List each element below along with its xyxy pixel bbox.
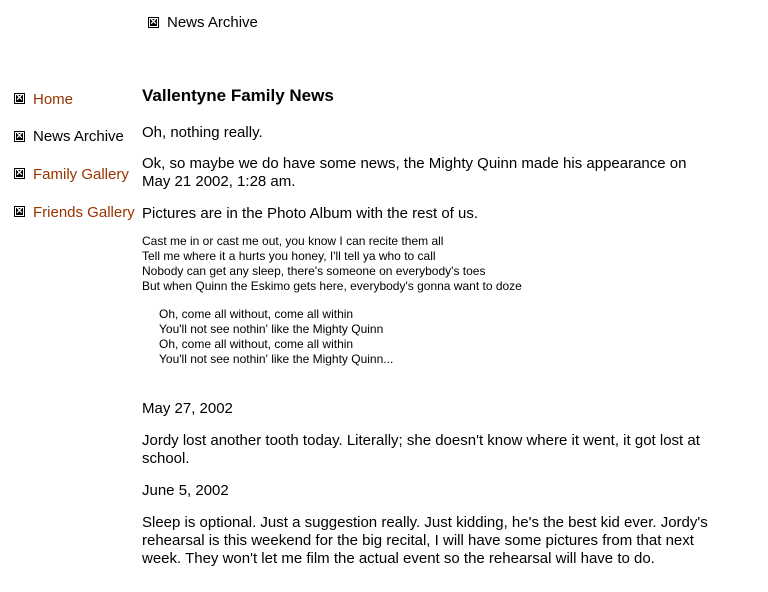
- broken-image-icon: [14, 166, 25, 180]
- sidebar-link-family-gallery[interactable]: Family Gallery: [33, 165, 129, 185]
- sidebar-nav: Home News Archive Family Gallery Friends…: [14, 90, 139, 228]
- sidebar-link-friends-gallery[interactable]: Friends Gallery: [33, 203, 135, 223]
- broken-image-icon: [14, 129, 25, 143]
- sidebar-item-news-archive: News Archive: [14, 128, 139, 166]
- announcement-text: Ok, so maybe we do have some news, the M…: [142, 155, 687, 190]
- verse-line: But when Quinn the Eskimo gets here, eve…: [142, 279, 522, 293]
- chorus-line: You'll not see nothin' like the Mighty Q…: [159, 352, 394, 366]
- chorus-line: Oh, come all without, come all within: [159, 307, 354, 321]
- entry-date: May 27, 2002: [142, 400, 233, 417]
- intro-text: Oh, nothing really.: [142, 124, 263, 141]
- entry-text: Jordy lost another tooth today. Literall…: [142, 432, 700, 467]
- broken-image-icon: [14, 204, 25, 218]
- sidebar-link-home[interactable]: Home: [33, 90, 73, 110]
- chorus-line: Oh, come all without, come all within: [159, 337, 354, 351]
- song-chorus: Oh, come all without, come all within Yo…: [142, 307, 712, 367]
- page-title: Vallentyne Family News: [142, 86, 334, 105]
- verse-line: Cast me in or cast me out, you know I ca…: [142, 234, 444, 248]
- sidebar-item-home[interactable]: Home: [14, 90, 139, 128]
- verse-line: Nobody can get any sleep, there's someon…: [142, 264, 486, 278]
- sidebar-item-family-gallery[interactable]: Family Gallery: [14, 165, 139, 203]
- chorus-line: You'll not see nothin' like the Mighty Q…: [159, 322, 384, 336]
- header-banner: News Archive: [148, 12, 258, 32]
- entry-text: Sleep is optional. Just a suggestion rea…: [142, 514, 708, 567]
- broken-image-icon: [148, 15, 159, 29]
- entry-date: June 5, 2002: [142, 482, 229, 499]
- news-content: Vallentyne Family News Oh, nothing reall…: [142, 86, 712, 568]
- sidebar-label-news-archive: News Archive: [33, 127, 124, 145]
- header-title: News Archive: [167, 13, 258, 31]
- verse-line: Tell me where it a hurts you honey, I'll…: [142, 249, 436, 263]
- broken-image-icon: [14, 91, 25, 105]
- song-verse: Cast me in or cast me out, you know I ca…: [142, 234, 712, 294]
- sidebar-item-friends-gallery[interactable]: Friends Gallery: [14, 203, 139, 229]
- pictures-note: Pictures are in the Photo Album with the…: [142, 205, 479, 222]
